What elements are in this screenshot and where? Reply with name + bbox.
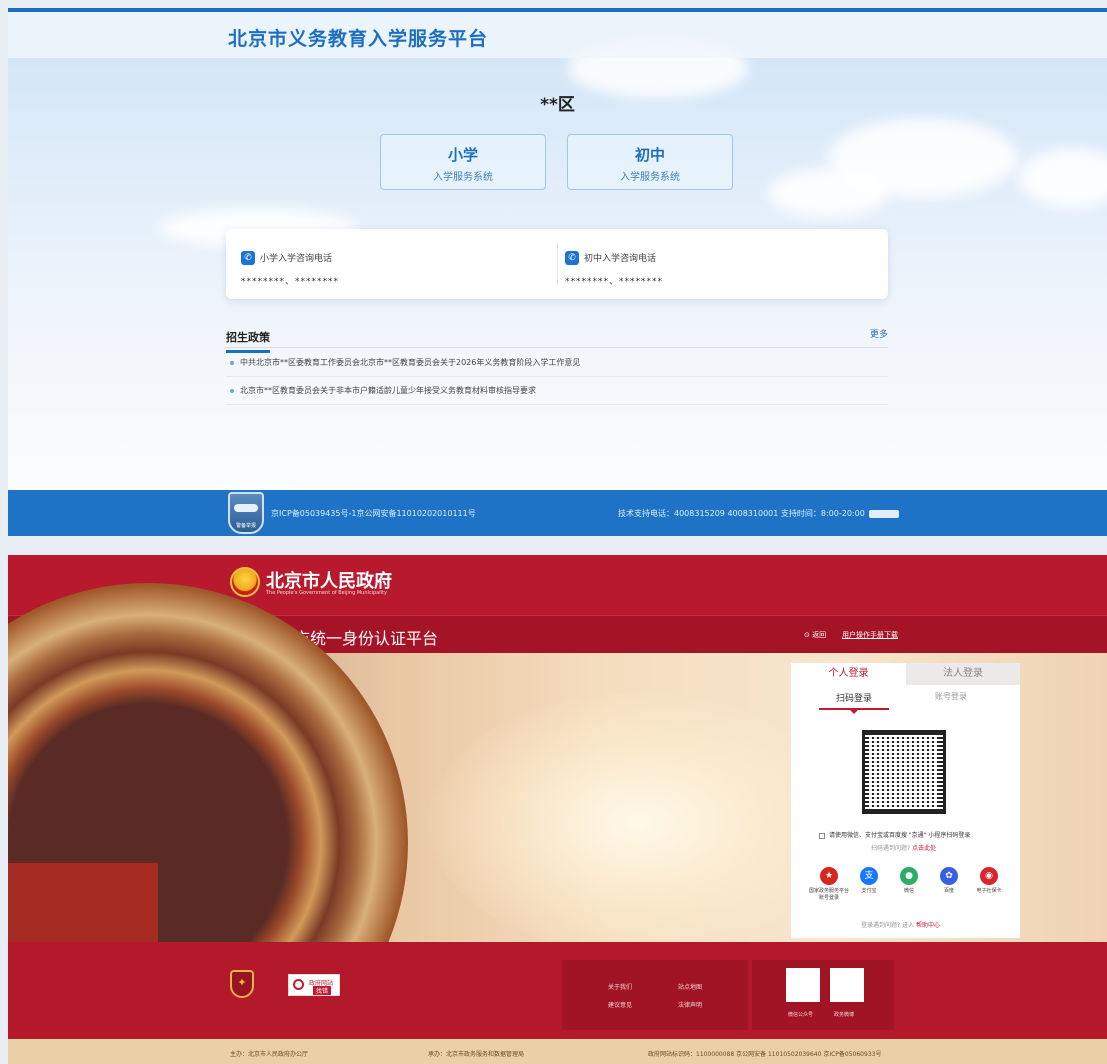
party-gov-badge-icon[interactable]: ✦: [230, 970, 254, 998]
footer-qr-panel: 微信公众号 政务微博: [752, 960, 894, 1030]
cloud-decoration: [1018, 148, 1107, 208]
icp-record: 京ICP备05039435号-1京公网安备11010202010111号: [271, 509, 476, 518]
qr-pattern: [869, 737, 939, 807]
method-alipay[interactable]: 支 支付宝: [849, 867, 889, 895]
magnifier-icon: [293, 979, 304, 990]
alipay-icon: 支: [860, 867, 878, 885]
wechat-icon: ●: [900, 867, 918, 885]
feedback-link[interactable]: 建议意见: [608, 1000, 632, 1009]
consult-phone-panel: ✆ 小学入学咨询电话 ********、******** ✆ 初中入学咨询电话 **…: [226, 229, 888, 299]
phone-icon: ✆: [565, 250, 579, 265]
site-title: 北京市义务教育入学服务平台: [228, 28, 489, 50]
cloud-decoration: [768, 168, 888, 218]
scan-help: 扫码遇到问题? 点击此处: [871, 843, 936, 852]
auth-page: 北京市人民政府 The People's Government of Beiji…: [8, 555, 1107, 1064]
sitemap-link[interactable]: 站点地图: [678, 982, 702, 991]
card-title: 小学: [447, 146, 478, 164]
method-wechat[interactable]: ● 微信: [889, 867, 929, 895]
tab-scan-login[interactable]: 扫码登录: [819, 691, 889, 714]
login-methods: ★ 国家政务服务平台账号登录 支 支付宝 ● 微信 ✿ 百度 ◉ 电子社保卡: [809, 867, 1009, 907]
support-info: 技术支持电话：4008315209 4008310001 支持时间：8:00-2…: [618, 508, 899, 519]
screenshot-root: 北京市义务教育入学服务平台 **区 小学 入学服务系统 初中 入学服务系统 ✆ 小…: [0, 0, 1107, 1064]
scan-icon: [819, 832, 825, 839]
sun-glow: [428, 693, 848, 953]
find-error-button[interactable]: 政府网站 找错: [288, 974, 340, 996]
find-error-sub: 找错: [313, 986, 332, 995]
tab-account-login[interactable]: 账号登录: [935, 691, 967, 702]
qr-label: 政务微博: [834, 1012, 855, 1018]
middle-school-card[interactable]: 初中 入学服务系统: [567, 134, 733, 190]
scan-tip: 请使用微信、支付宝或百度搜 "京通" 小程序扫码登录: [819, 830, 970, 839]
weibo-qr-code: [830, 968, 864, 1002]
badge-wave: [234, 504, 258, 512]
national-emblem-icon: [230, 567, 260, 597]
method-label: 百度: [943, 888, 954, 894]
enrollment-page: 北京市义务教育入学服务平台 **区 小学 入学服务系统 初中 入学服务系统 ✆ 小…: [8, 8, 1107, 536]
phone-icon: ✆: [241, 250, 255, 265]
method-social-security[interactable]: ◉ 电子社保卡: [969, 867, 1009, 895]
phone-label: 初中入学咨询电话: [584, 254, 657, 264]
back-icon: ⊙: [804, 631, 813, 639]
wechat-qr-code: [786, 968, 820, 1002]
back-label: 返回: [812, 631, 827, 639]
login-help-text: 登录遇到问题? 进入: [861, 922, 915, 929]
policy-list-item[interactable]: 中共北京市**区委教育工作委员会北京市**区教育委员会关于2026年义务教育阶段…: [226, 349, 888, 377]
method-label: 微信: [903, 888, 914, 894]
manual-download-link[interactable]: 用户操作手册下载: [842, 630, 898, 640]
help-center-link[interactable]: 帮助中心: [916, 922, 940, 929]
support-chip-icon: [868, 509, 899, 518]
card-subtitle: 入学服务系统: [433, 172, 493, 183]
organizer-text: 承办：北京市政务服务和数据管理局: [428, 1051, 525, 1058]
phone-divider: [557, 243, 558, 285]
national-gov-service-icon: ★: [820, 867, 838, 885]
baidu-icon: ✿: [940, 867, 958, 885]
back-link[interactable]: ⊙ 返回: [804, 630, 826, 640]
district-title: **区: [540, 95, 575, 115]
gov-footer: ✦ 政府网站 找错 关于我们 站点地图 建议意见 法律声明 微信公众号 政务微博: [8, 942, 1107, 1039]
tab-personal-login[interactable]: 个人登录: [791, 663, 906, 685]
sponsor-text: 主办：北京市人民政府办公厅: [230, 1051, 309, 1058]
login-box: 个人登录 法人登录 扫码登录 账号登录 请使用微信、支付宝或百度搜 "京通" 小…: [791, 663, 1020, 938]
badge-text: 警备举报: [235, 523, 256, 529]
temple-wall-image: [8, 863, 158, 943]
legal-link[interactable]: 法律声明: [678, 1000, 702, 1009]
method-label: 电子社保卡: [976, 888, 1002, 894]
primary-school-card[interactable]: 小学 入学服务系统: [380, 134, 546, 190]
qr-label: 微信公众号: [788, 1012, 814, 1018]
method-label: 支付宝: [861, 888, 877, 894]
card-title: 初中: [634, 146, 665, 164]
phone-numbers: ********、********: [241, 277, 340, 287]
enrollment-header: 北京市义务教育入学服务平台: [8, 12, 1107, 58]
police-badge-icon[interactable]: 警备举报: [228, 492, 264, 534]
policy-more-link[interactable]: 更多: [870, 327, 888, 340]
about-link[interactable]: 关于我们: [608, 982, 632, 991]
policy-header: 招生政策 更多: [226, 326, 888, 353]
login-help: 登录遇到问题? 进入 帮助中心: [861, 920, 940, 929]
bottom-info-strip: 主办：北京市人民政府办公厅 承办：北京市政务服务和数据管理局 政府网站标识码：1…: [8, 1039, 1107, 1064]
support-text: 技术支持电话：4008315209 4008310001 支持时间：8:00-2…: [618, 509, 865, 518]
method-national-gov[interactable]: ★ 国家政务服务平台账号登录: [809, 867, 849, 902]
scan-tip-text: 请使用微信、支付宝或百度搜 "京通" 小程序扫码登录: [829, 832, 971, 839]
middle-phone: ✆ 初中入学咨询电话 ********、********: [565, 247, 663, 287]
footer-links: 关于我们 站点地图 建议意见 法律声明: [562, 960, 748, 1030]
phone-numbers: ********、********: [565, 277, 664, 287]
enrollment-footer: 警备举报 京ICP备05039435号-1京公网安备11010202010111…: [8, 490, 1107, 536]
scan-help-link[interactable]: 点击此处: [912, 845, 936, 852]
tab-legal-login[interactable]: 法人登录: [906, 663, 1020, 685]
scan-help-text: 扫码遇到问题?: [871, 845, 911, 852]
card-subtitle: 入学服务系统: [620, 172, 680, 183]
primary-phone: ✆ 小学入学咨询电话 ********、********: [241, 247, 339, 287]
login-qr-code: [862, 730, 946, 814]
policy-list-item[interactable]: 北京市**区教育委员会关于非本市户籍适龄儿童少年接受义务教育材料审核指导要求: [226, 377, 888, 405]
gov-name-en: The People's Government of Beijing Munic…: [266, 590, 387, 596]
method-label: 国家政务服务平台账号登录: [809, 888, 850, 901]
site-id-text: 政府网站标识码：1100000088 京公网安备 11010502039640 …: [648, 1051, 882, 1058]
social-security-card-icon: ◉: [980, 867, 998, 885]
phone-label: 小学入学咨询电话: [260, 254, 333, 264]
method-baidu[interactable]: ✿ 百度: [929, 867, 969, 895]
